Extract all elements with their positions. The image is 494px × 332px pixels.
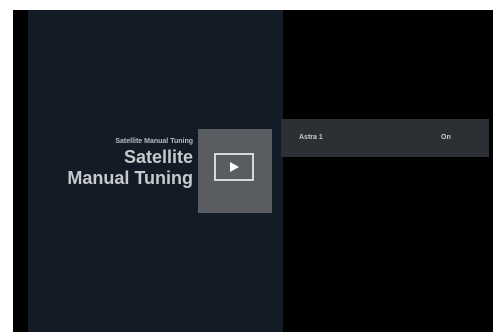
satellite-status: On <box>441 134 451 141</box>
page-header: Satellite Manual Tuning Satellite Manual… <box>67 137 193 189</box>
page-title-line1: Satellite <box>123 147 193 167</box>
page-subtitle: Satellite Manual Tuning <box>115 138 193 145</box>
tv-screen: Satellite Manual Tuning Satellite Manual… <box>13 10 493 332</box>
satellite-name: Astra 1 <box>299 134 323 141</box>
play-tile[interactable] <box>198 129 272 213</box>
play-icon <box>214 153 254 181</box>
list-item[interactable]: Astra 1 On <box>281 119 489 157</box>
page-title-line2: Manual Tuning <box>67 168 193 188</box>
